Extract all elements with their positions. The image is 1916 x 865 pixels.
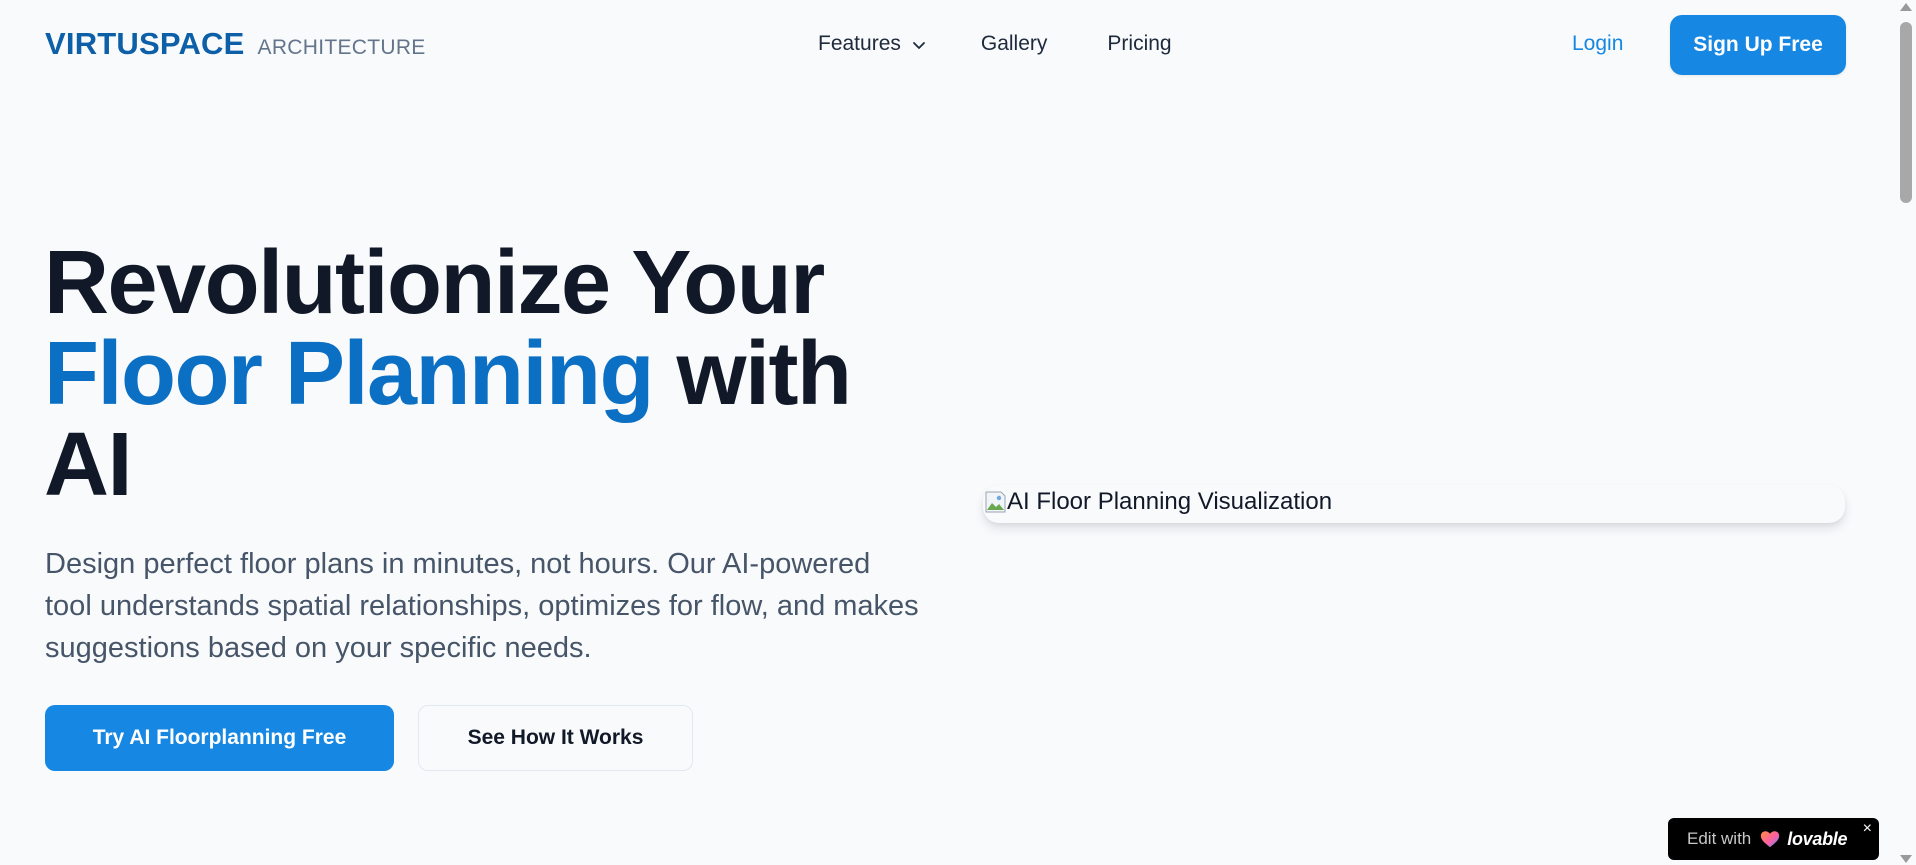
badge-prefix: Edit with <box>1687 829 1752 848</box>
scroll-up-arrow-icon[interactable] <box>1900 3 1912 11</box>
nav-item-features-label: Features <box>818 32 901 55</box>
close-icon[interactable]: × <box>1863 820 1872 838</box>
hero-visual-alt-text: AI Floor Planning Visualization <box>1007 488 1333 515</box>
badge-brand: lovable <box>1787 828 1848 849</box>
hero-title: Revolutionize Your Floor Planning with A… <box>44 238 924 511</box>
edit-with-lovable-badge[interactable]: Edit with lovable × <box>1668 818 1879 860</box>
nav-item-pricing[interactable]: Pricing <box>1107 32 1171 56</box>
signup-button[interactable]: Sign Up Free <box>1670 15 1846 75</box>
hero-title-line3: AI <box>44 415 133 515</box>
top-navigation: VIRTUSPACE ARCHITECTURE Features Gallery… <box>0 0 1896 90</box>
nav-item-features[interactable]: Features <box>818 32 929 56</box>
chevron-down-icon <box>912 42 925 49</box>
brand-logo[interactable]: VIRTUSPACE ARCHITECTURE <box>45 26 426 62</box>
scroll-thumb[interactable] <box>1900 22 1912 203</box>
hero-title-accent: Floor Planning <box>44 324 654 424</box>
login-link[interactable]: Login <box>1572 32 1623 56</box>
broken-image-icon <box>985 491 1006 513</box>
hero-title-line1: Revolutionize Your <box>44 233 825 333</box>
hero-visual: AI Floor Planning Visualization <box>983 485 1845 523</box>
main-nav: Features Gallery Pricing <box>818 32 1172 56</box>
brand-name: VIRTUSPACE <box>45 26 245 61</box>
try-free-button[interactable]: Try AI Floorplanning Free <box>45 705 394 771</box>
nav-item-gallery[interactable]: Gallery <box>981 32 1048 56</box>
see-how-it-works-button[interactable]: See How It Works <box>418 705 693 771</box>
page-scrollbar[interactable] <box>1896 0 1916 865</box>
brand-subtitle: ARCHITECTURE <box>257 36 426 59</box>
hero-title-after-accent: with <box>652 324 851 424</box>
scroll-down-arrow-icon[interactable] <box>1900 855 1912 863</box>
heart-icon <box>1761 831 1780 848</box>
hero-description: Design perfect floor plans in minutes, n… <box>45 548 919 664</box>
